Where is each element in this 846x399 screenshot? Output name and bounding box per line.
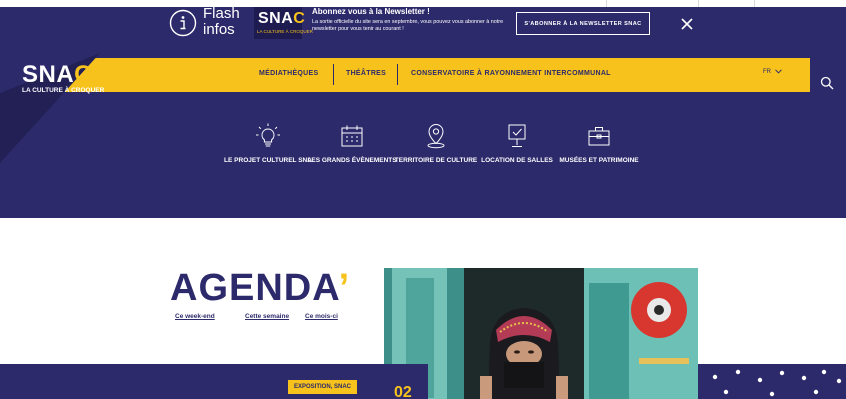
site-logo-word: SNAC	[22, 61, 104, 88]
site-logo-tagline: LA CULTURE À CROQUER	[22, 87, 105, 94]
decorative-dots	[712, 369, 842, 397]
agenda-link-month[interactable]: Ce mois-ci	[305, 313, 338, 320]
site-logo[interactable]: SNAC LA CULTURE À CROQUER	[22, 61, 105, 95]
event-category-badge[interactable]: EXPOSITION, SNAC	[288, 380, 358, 394]
newsletter-title: Abonnez vous à la Newsletter !	[312, 7, 430, 16]
logo-word-main: SNA	[258, 10, 294, 27]
menu-item-location-salles[interactable]: LOCATION DE SALLES	[472, 122, 562, 165]
menu-item-label: TERRITOIRE DE CULTURE	[394, 157, 478, 164]
menu-item-projet-culturel[interactable]: LE PROJET CULTUREL SNA	[223, 122, 313, 165]
newsletter-logo: SNAC LA CULTURE À CROQUER	[254, 7, 313, 39]
newsletter-logo-tagline: LA CULTURE À CROQUER	[257, 29, 313, 34]
nav-item-mediatheques[interactable]: MÉDIATHÈQUES	[259, 70, 318, 77]
map-pin-icon	[427, 123, 445, 149]
newsletter-body: La sortie officielle du site sera en sep…	[312, 19, 504, 32]
agenda-link-weekend[interactable]: Ce week-end	[175, 313, 215, 320]
lightbulb-icon	[256, 123, 280, 147]
search-icon[interactable]	[820, 76, 834, 90]
nav-item-theatres[interactable]: THÉÂTRES	[346, 70, 386, 77]
nav-divider	[333, 64, 334, 85]
menu-item-grands-evenements[interactable]: LES GRANDS ÉVÈNEMENTS	[307, 122, 397, 165]
info-icon	[169, 9, 197, 37]
language-selector[interactable]: FR	[763, 69, 782, 75]
agenda-title: AGENDA’	[170, 268, 350, 308]
menu-item-label: LOCATION DE SALLES	[481, 157, 553, 164]
top-utility-strip	[0, 0, 846, 7]
site-logo-accent: C	[74, 61, 93, 88]
menu-item-label: LES GRANDS ÉVÈNEMENTS	[307, 157, 397, 164]
newsletter-logo-word: SNAC	[258, 10, 305, 28]
nav-item-conservatoire[interactable]: CONSERVATOIRE À RAYONNEMENT INTERCOMMUNA…	[411, 70, 611, 77]
agenda-title-accent: ’	[338, 267, 351, 309]
newsletter-subscribe-button[interactable]: S'ABONNER À LA NEWSLETTER SNAC	[516, 12, 650, 35]
menu-item-label: MUSÉES ET PATRIMOINE	[559, 157, 639, 164]
flash-title: Flash infos	[203, 6, 243, 38]
strip-divider	[754, 0, 755, 7]
site-logo-main: SNA	[22, 61, 75, 88]
menu-item-musees[interactable]: MUSÉES ET PATRIMOINE	[554, 122, 644, 165]
event-date: 02	[394, 384, 412, 399]
close-icon[interactable]	[681, 18, 693, 30]
language-label: FR	[763, 69, 771, 76]
strip-divider	[698, 0, 699, 7]
chevron-down-icon	[774, 69, 782, 74]
screen-check-icon	[508, 124, 526, 147]
flash-title-text: Flash infos	[203, 5, 240, 38]
nav-divider	[397, 64, 398, 85]
featured-event-photo[interactable]	[384, 268, 698, 399]
menu-item-territoire[interactable]: TERRITOIRE DE CULTURE	[391, 122, 481, 165]
agenda-link-week[interactable]: Cette semaine	[245, 313, 289, 320]
strip-divider	[606, 0, 607, 7]
briefcase-icon	[588, 127, 610, 146]
menu-item-label: LE PROJET CULTUREL SNA	[224, 157, 312, 164]
logo-word-accent: C	[293, 10, 306, 27]
agenda-title-text: AGENDA	[170, 267, 339, 309]
calendar-icon	[341, 125, 363, 147]
